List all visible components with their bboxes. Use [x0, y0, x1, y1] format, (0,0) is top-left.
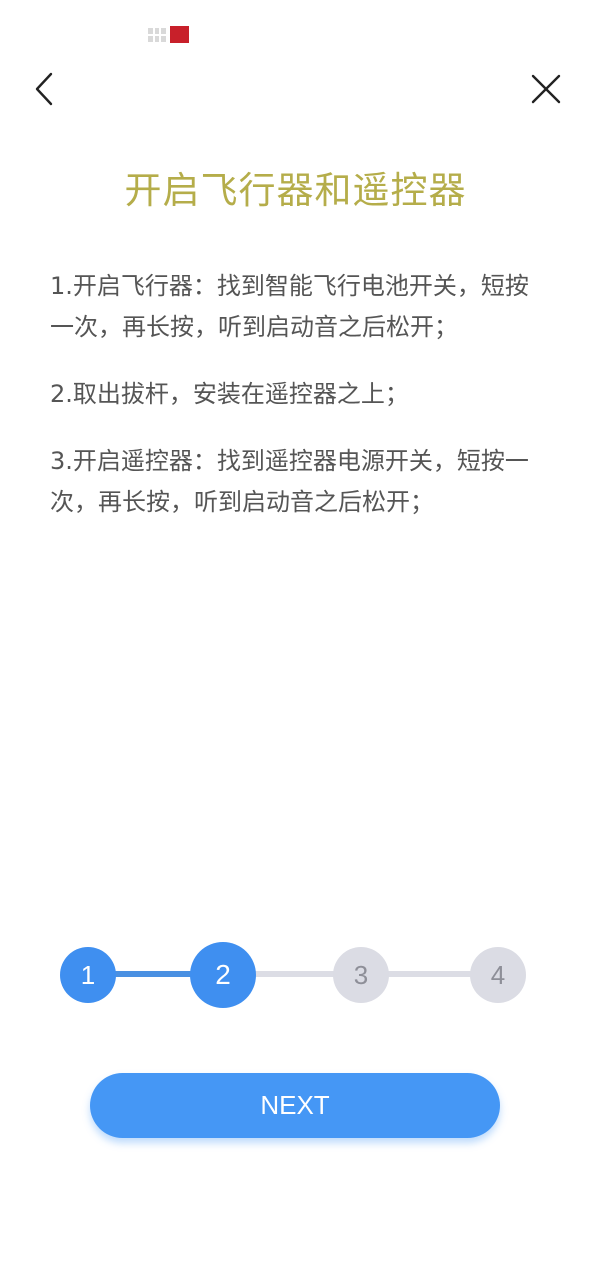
- back-button[interactable]: [21, 66, 67, 112]
- step-indicator-4: 4: [470, 947, 526, 1003]
- close-button[interactable]: [523, 66, 569, 112]
- instruction-item: 1.开启飞行器：找到智能飞行电池开关，短按一次，再长按，听到启动音之后松开；: [50, 272, 529, 341]
- instruction-item: 2.取出拔杆，安装在遥控器之上；: [50, 380, 409, 408]
- pairing-guide-page: 开启飞行器和遥控器 1.开启飞行器：找到智能飞行电池开关，短按一次，再长按，听到…: [0, 0, 591, 1280]
- page-title: 开启飞行器和遥控器: [124, 169, 467, 212]
- step-indicator-2-current: 2: [190, 942, 256, 1008]
- step-indicator-1: 1: [60, 947, 116, 1003]
- status-bar-icons: [148, 26, 189, 43]
- instruction-list: 1.开启飞行器：找到智能飞行电池开关，短按一次，再长按，听到启动音之后松开； 2…: [50, 266, 544, 549]
- close-icon: [531, 74, 561, 104]
- grid-notification-icon: [148, 27, 166, 42]
- step-progress: 1 2 3 4: [60, 940, 526, 1010]
- app-notification-icon: [170, 26, 189, 43]
- next-button[interactable]: NEXT: [90, 1073, 500, 1138]
- chevron-left-icon: [35, 72, 53, 106]
- step-indicator-3: 3: [333, 947, 389, 1003]
- instruction-item: 3.开启遥控器：找到遥控器电源开关，短按一次，再长按，听到启动音之后松开；: [50, 447, 529, 516]
